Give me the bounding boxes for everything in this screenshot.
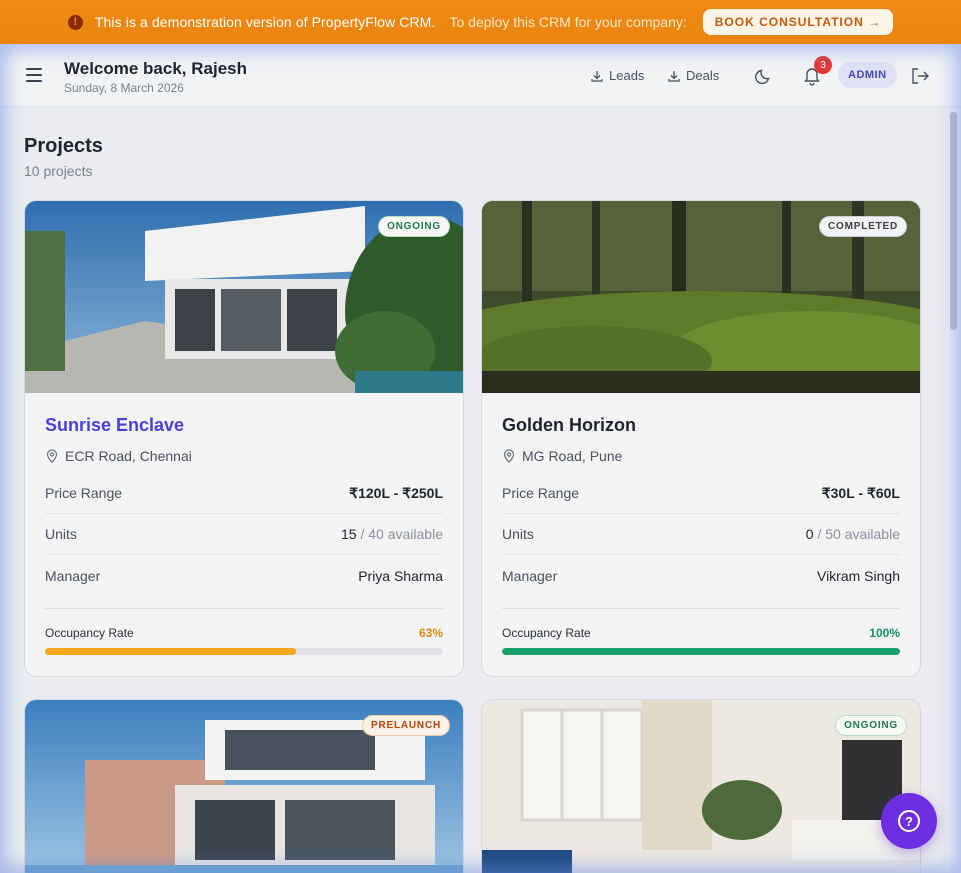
manager-row: Manager Priya Sharma xyxy=(45,555,443,596)
price-range-row: Price Range ₹30L - ₹60L xyxy=(502,473,900,514)
project-image: COMPLETED xyxy=(482,201,920,393)
project-card[interactable]: ONGOING Sunrise Enclave ECR Road, Chenna… xyxy=(24,200,464,677)
project-card[interactable]: ONGOING xyxy=(481,699,921,873)
project-name[interactable]: Golden Horizon xyxy=(502,415,900,436)
price-range-value: ₹120L - ₹250L xyxy=(349,484,443,501)
demo-subtext: To deploy this CRM for your company: xyxy=(449,14,687,30)
status-badge: PRELAUNCH xyxy=(362,715,450,736)
price-range-label: Price Range xyxy=(45,485,123,501)
divider xyxy=(45,608,443,609)
manager-row: Manager Vikram Singh xyxy=(502,555,900,596)
occupancy-bar xyxy=(45,648,443,655)
download-icon xyxy=(591,70,603,82)
occupancy-label: Occupancy Rate xyxy=(502,626,591,640)
project-count: 10 projects xyxy=(24,163,93,179)
project-image: PRELAUNCH xyxy=(25,700,463,873)
demo-message: This is a demonstration version of Prope… xyxy=(94,14,436,30)
occupancy-percent: 63% xyxy=(418,626,443,640)
status-badge: COMPLETED xyxy=(819,216,907,237)
question-icon: ? xyxy=(898,810,920,832)
divider xyxy=(502,608,900,609)
scrollbar[interactable] xyxy=(946,108,961,873)
units-row: Units 15 / 40 available xyxy=(45,514,443,555)
project-image: ONGOING xyxy=(482,700,920,873)
scrollbar-thumb[interactable] xyxy=(950,112,957,330)
location-text: MG Road, Pune xyxy=(522,448,623,464)
price-range-value: ₹30L - ₹60L xyxy=(821,484,900,501)
manager-label: Manager xyxy=(45,567,101,584)
project-location: MG Road, Pune xyxy=(502,448,900,464)
leads-label: Leads xyxy=(609,68,645,83)
price-range-label: Price Range xyxy=(502,485,580,501)
book-consultation-button[interactable]: BOOK CONSULTATION → xyxy=(702,9,894,35)
location-pin-icon xyxy=(46,449,58,463)
units-total: / 40 available xyxy=(360,526,443,542)
role-badge[interactable]: ADMIN xyxy=(838,62,897,88)
manager-name: Vikram Singh xyxy=(816,567,900,584)
location-text: ECR Road, Chennai xyxy=(65,448,192,464)
occupancy-bar-fill xyxy=(45,648,296,655)
status-badge: ONGOING xyxy=(378,216,450,237)
export-deals-button[interactable]: Deals xyxy=(668,68,719,83)
occupancy-bar xyxy=(502,648,900,655)
occupancy-label: Occupancy Rate xyxy=(45,626,134,640)
notification-count-badge: 3 xyxy=(814,56,832,74)
project-name[interactable]: Sunrise Enclave xyxy=(45,415,443,436)
units-label: Units xyxy=(45,526,77,542)
project-location: ECR Road, Chennai xyxy=(45,448,443,464)
demo-banner: ! This is a demonstration version of Pro… xyxy=(0,0,961,44)
help-button[interactable]: ? xyxy=(881,793,937,849)
status-badge: ONGOING xyxy=(835,715,907,736)
alert-icon: ! xyxy=(67,14,83,30)
project-image: ONGOING xyxy=(25,201,463,393)
occupancy-bar-fill xyxy=(502,648,900,655)
location-pin-icon xyxy=(503,449,515,463)
dark-mode-toggle-icon[interactable] xyxy=(755,67,773,85)
welcome-heading: Welcome back, Rajesh xyxy=(64,59,247,78)
top-bar: Welcome back, Rajesh Sunday, 8 March 202… xyxy=(0,44,961,107)
page-title: Projects xyxy=(24,135,103,157)
occupancy-row: Occupancy Rate 100% xyxy=(502,626,900,640)
project-card[interactable]: COMPLETED Golden Horizon MG Road, Pune P… xyxy=(481,200,921,677)
main-content: Projects 10 projects ONGOING Sunrise Enc… xyxy=(0,108,946,873)
deals-label: Deals xyxy=(686,68,720,83)
logout-icon[interactable] xyxy=(911,68,929,84)
price-range-row: Price Range ₹120L - ₹250L xyxy=(45,473,443,514)
units-total: / 50 available xyxy=(817,526,900,542)
units-row: Units 0 / 50 available xyxy=(502,514,900,555)
units-available: 15 xyxy=(341,526,357,542)
units-label: Units xyxy=(502,526,534,542)
occupancy-row: Occupancy Rate 63% xyxy=(45,626,443,640)
export-leads-button[interactable]: Leads xyxy=(591,68,644,83)
manager-name: Priya Sharma xyxy=(358,567,443,584)
manager-label: Manager xyxy=(502,567,558,584)
current-date: Sunday, 8 March 2026 xyxy=(64,81,184,95)
menu-icon[interactable] xyxy=(26,68,42,82)
download-icon xyxy=(668,70,680,82)
occupancy-percent: 100% xyxy=(869,626,900,640)
units-available: 0 xyxy=(805,526,814,542)
project-card[interactable]: PRELAUNCH xyxy=(24,699,464,873)
